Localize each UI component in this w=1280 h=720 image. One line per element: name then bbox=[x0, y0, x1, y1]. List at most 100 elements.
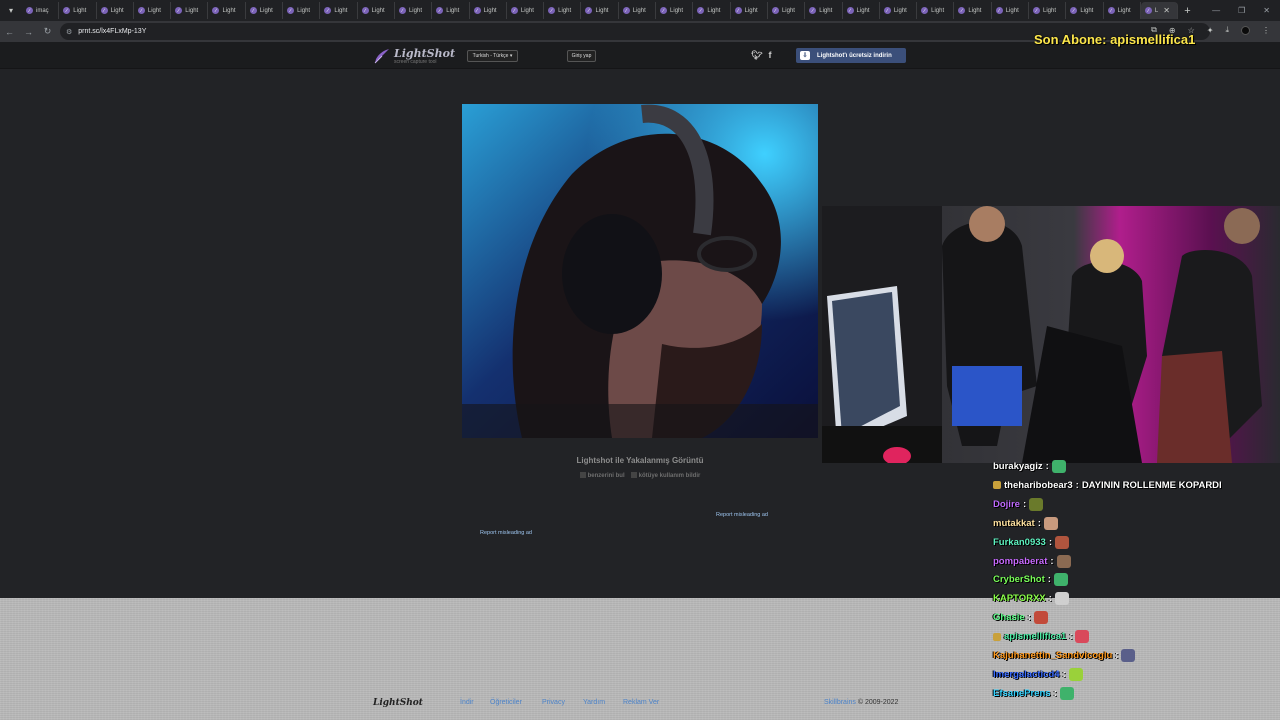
last-subscriber-banner: Son Abone: apismellifica1 bbox=[1034, 32, 1196, 47]
chat-emote-icon bbox=[1056, 554, 1071, 568]
tab-label: Light bbox=[185, 7, 199, 14]
footer-link-tutorials[interactable]: Öğreticiler bbox=[490, 699, 522, 706]
report-abuse-link[interactable]: kötüye kullanım bildir bbox=[630, 472, 700, 479]
menu-icon[interactable]: ⋮ bbox=[1262, 26, 1270, 35]
footer-link-help[interactable]: Yardım bbox=[583, 699, 605, 706]
company-link[interactable]: Skillbrains bbox=[824, 699, 856, 706]
report-misleading-ad-link-2[interactable]: Report misleading ad bbox=[480, 530, 532, 536]
browser-tab[interactable]: ∕ Light bbox=[731, 2, 768, 19]
new-tab-icon[interactable]: + bbox=[1184, 5, 1190, 17]
browser-tab[interactable]: ∕ Light bbox=[134, 2, 172, 19]
lightshot-logo[interactable]: LightShot screen capture tool bbox=[373, 47, 455, 65]
browser-tab[interactable]: ∕ L ✕ bbox=[1140, 2, 1179, 19]
chat-message: KAPTORXX: bbox=[993, 590, 1069, 607]
chat-message: Furkan0933: bbox=[993, 534, 1069, 551]
screenshot-caption: Lightshot ile Yakalanmış Görüntü bbox=[576, 456, 704, 465]
browser-tab[interactable]: ∕ Light bbox=[470, 2, 507, 19]
browser-tab[interactable]: ∕ Light bbox=[1104, 2, 1141, 19]
download-button[interactable]: ⇩ Lightshot'ı ücretsiz indirin bbox=[796, 48, 906, 63]
download-label: Lightshot'ı ücretsiz indirin bbox=[817, 52, 892, 59]
browser-tab[interactable]: ∕ Light bbox=[619, 2, 657, 19]
captured-screenshot-image[interactable] bbox=[462, 104, 818, 438]
close-window-icon[interactable]: ✕ bbox=[1263, 6, 1270, 15]
download-icon[interactable]: ⤓ bbox=[1225, 25, 1229, 35]
browser-tab[interactable]: ∕ Light bbox=[171, 2, 209, 19]
maximize-icon[interactable]: ❐ bbox=[1238, 6, 1245, 15]
report-misleading-ad-link[interactable]: Report misleading ad bbox=[716, 512, 768, 518]
browser-tab[interactable]: ∕ Light bbox=[59, 2, 97, 19]
reload-icon[interactable]: ↻ bbox=[38, 26, 57, 37]
lightshot-favicon-icon: ∕ bbox=[398, 7, 406, 14]
tab-label: Light bbox=[408, 7, 422, 14]
login-button[interactable]: Giriş yap bbox=[567, 50, 596, 62]
stream-chat: burakyagiz: theharibobear3: DAYININ ROLLEN… bbox=[990, 458, 1280, 720]
download-app-icon: ⇩ bbox=[800, 51, 810, 60]
browser-tab[interactable]: ∕ Light bbox=[507, 2, 545, 19]
webcam-feed bbox=[822, 206, 1280, 463]
language-select[interactable]: Turkish - Türkçe ▾ bbox=[467, 50, 518, 62]
lightshot-favicon-icon: ∕ bbox=[100, 7, 108, 14]
chat-separator: : bbox=[1048, 593, 1052, 605]
browser-tab[interactable]: ∕ Light bbox=[693, 2, 731, 19]
back-icon[interactable]: ← bbox=[0, 27, 19, 37]
site-info-icon[interactable]: ⚙ bbox=[66, 28, 72, 36]
logo-name: LightShot bbox=[394, 46, 456, 60]
browser-tab[interactable]: ∕ Light bbox=[320, 2, 358, 19]
lightshot-favicon-icon: ∕ bbox=[585, 7, 593, 14]
browser-tab[interactable]: ∕ Light bbox=[581, 2, 619, 19]
tab-label: Light bbox=[1043, 7, 1057, 14]
flag-icon bbox=[630, 472, 637, 478]
browser-tab[interactable]: ∕ Light bbox=[992, 2, 1030, 19]
forward-icon[interactable]: → bbox=[19, 27, 38, 37]
tab-close-icon[interactable]: ✕ bbox=[1163, 6, 1170, 15]
feather-icon bbox=[374, 49, 389, 64]
browser-tab[interactable]: ∕ Light bbox=[1066, 2, 1104, 19]
chat-separator: : bbox=[1048, 536, 1052, 548]
chat-message: theharibobear3: DAYININ ROLLENME KOPARDI bbox=[993, 477, 1222, 494]
browser-tab[interactable]: ∕ Light bbox=[208, 2, 246, 19]
browser-tab[interactable]: ∕ Light bbox=[544, 2, 582, 19]
browser-tab[interactable]: ∕ Light bbox=[358, 2, 395, 19]
browser-tab[interactable]: ∕ imaç bbox=[22, 2, 60, 19]
minimize-icon[interactable]: — bbox=[1212, 6, 1220, 15]
browser-tab[interactable]: ∕ Light bbox=[283, 2, 321, 19]
tab-search-icon[interactable]: ▾ bbox=[0, 0, 22, 21]
twitter-icon[interactable]: 🐦︎ bbox=[751, 50, 762, 61]
chat-separator: : bbox=[1062, 668, 1066, 680]
footer-logo[interactable]: LightShot bbox=[373, 698, 423, 708]
extensions-icon[interactable]: ✦ bbox=[1207, 26, 1214, 35]
tab-label: Light bbox=[1080, 7, 1094, 14]
browser-tab[interactable]: ∕ Light bbox=[97, 2, 134, 19]
browser-tab[interactable]: ∕ Light bbox=[432, 2, 470, 19]
browser-tab[interactable]: ∕ Light bbox=[843, 2, 880, 19]
subscriber-badge-icon bbox=[993, 481, 1001, 490]
browser-tab[interactable]: ∕ Light bbox=[954, 2, 992, 19]
tab-label: Light bbox=[371, 7, 385, 14]
footer-link-advertise[interactable]: Reklam Ver bbox=[623, 699, 659, 706]
find-similar-link[interactable]: benzerini bul bbox=[579, 472, 625, 479]
browser-tab[interactable]: ∕ Light bbox=[768, 2, 806, 19]
browser-tab[interactable]: ∕ Light bbox=[1029, 2, 1067, 19]
lightshot-favicon-icon: ∕ bbox=[287, 7, 295, 14]
browser-tab[interactable]: ∕ Light bbox=[917, 2, 955, 19]
browser-tab[interactable]: ∕ Light bbox=[246, 2, 284, 19]
chat-emote-icon bbox=[1121, 649, 1136, 662]
browser-tab[interactable]: ∕ Light bbox=[656, 2, 694, 19]
lightshot-favicon-icon: ∕ bbox=[26, 7, 33, 14]
lightshot-favicon-icon: ∕ bbox=[548, 7, 556, 14]
tab-label: Light bbox=[1117, 7, 1131, 14]
lightshot-favicon-icon: ∕ bbox=[883, 7, 891, 14]
footer-link-download[interactable]: İndir bbox=[460, 699, 474, 706]
chat-username: Imergalacticd4 bbox=[993, 668, 1060, 680]
profile-avatar[interactable] bbox=[1241, 25, 1250, 35]
chat-message: pompaberat: bbox=[993, 553, 1071, 570]
facebook-icon[interactable]: f bbox=[768, 50, 771, 61]
chat-username: theharibobear3 bbox=[1004, 479, 1073, 491]
url-text: prnt.sc/lx4FLxMp-13Y bbox=[78, 28, 147, 35]
browser-tab[interactable]: ∕ Light bbox=[805, 2, 843, 19]
chat-separator: : bbox=[1027, 612, 1031, 624]
browser-tab[interactable]: ∕ Light bbox=[880, 2, 918, 19]
footer-link-privacy[interactable]: Privacy bbox=[542, 699, 565, 706]
chat-username: mutakkat bbox=[993, 517, 1035, 529]
browser-tab[interactable]: ∕ Light bbox=[395, 2, 433, 19]
